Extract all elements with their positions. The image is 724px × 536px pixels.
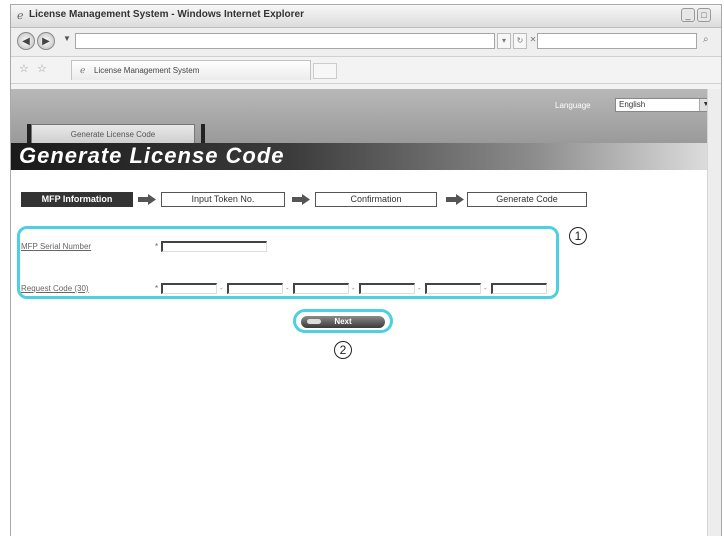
ie-icon: ℯ	[17, 10, 24, 22]
next-button[interactable]: Next	[301, 316, 385, 328]
back-button[interactable]: ◀	[17, 32, 35, 50]
add-favorites-icon[interactable]: ☆	[37, 62, 47, 75]
browser-tab[interactable]: ℯ License Management System	[71, 60, 311, 80]
tab-page-icon: ℯ	[80, 65, 86, 75]
page-header: Language English ▼ Generate License Code	[11, 89, 713, 143]
step-arrow-icon	[292, 194, 310, 205]
callout-1: 1	[569, 227, 587, 245]
callout-2: 2	[334, 341, 352, 359]
address-bar: ◀ ▶ ▼ ▾ ↻ ✕ ⌕	[11, 28, 721, 57]
url-dropdown-button[interactable]: ▾	[497, 33, 511, 49]
button-highlight-icon	[307, 319, 321, 324]
window-title: License Management System - Windows Inte…	[29, 9, 304, 20]
vertical-scrollbar[interactable]	[707, 89, 721, 536]
step-arrow-icon	[446, 194, 464, 205]
highlight-form-area	[17, 226, 559, 299]
minimize-button[interactable]: _	[681, 8, 695, 22]
next-button-label: Next	[334, 317, 352, 326]
language-label: Language	[555, 101, 591, 110]
search-input[interactable]	[537, 33, 697, 49]
favorites-star-icon[interactable]: ☆	[19, 62, 29, 75]
tab-generate-license-code[interactable]: Generate License Code	[31, 124, 195, 143]
step-generate-code: Generate Code	[467, 192, 587, 207]
tab-divider	[201, 124, 205, 143]
maximize-button[interactable]: □	[697, 8, 711, 22]
page-title: Generate License Code	[19, 143, 285, 168]
step-confirmation: Confirmation	[315, 192, 437, 207]
step-mfp-information: MFP Information	[21, 192, 133, 207]
title-bar: ℯ License Management System - Windows In…	[11, 5, 721, 28]
page-viewport: Language English ▼ Generate License Code…	[11, 89, 713, 536]
favorites-bar: ☆ ☆ ℯ License Management System	[11, 57, 721, 84]
language-value: English	[619, 100, 646, 109]
language-select[interactable]: English ▼	[615, 98, 713, 112]
tab-title: License Management System	[94, 66, 200, 75]
step-input-token: Input Token No.	[161, 192, 285, 207]
url-input[interactable]	[75, 33, 495, 49]
new-tab-button[interactable]	[313, 63, 337, 79]
step-arrow-icon	[138, 194, 156, 205]
browser-window: ℯ License Management System - Windows In…	[10, 4, 722, 536]
stop-button[interactable]: ✕	[529, 33, 537, 49]
search-icon[interactable]: ⌕	[703, 34, 709, 45]
forward-button[interactable]: ▶	[37, 32, 55, 50]
refresh-button[interactable]: ↻	[513, 33, 527, 49]
history-dropdown-icon[interactable]: ▼	[63, 34, 71, 43]
